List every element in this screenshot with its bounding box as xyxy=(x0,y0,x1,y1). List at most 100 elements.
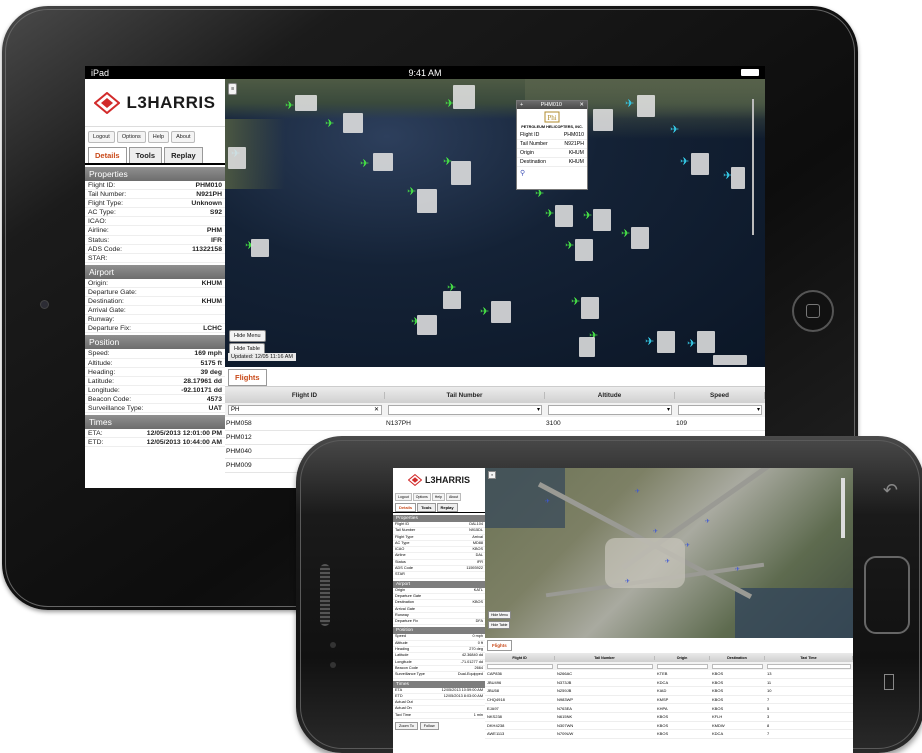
about-button[interactable]: About xyxy=(171,131,196,143)
destination-filter-select[interactable] xyxy=(712,663,763,669)
layers-icon[interactable]: ≡ xyxy=(488,471,497,479)
table-row[interactable]: CAP836 N266AC KTEB KBOS 13 xyxy=(485,670,853,679)
aircraft-icon[interactable]: ✈ xyxy=(635,488,640,495)
section-position[interactable]: Position xyxy=(85,335,225,350)
table-row[interactable]: NKS238 N615NK KBOS KFLH 3 xyxy=(485,713,853,722)
column-header-origin[interactable]: Origin xyxy=(655,655,710,660)
about-button[interactable]: About xyxy=(445,493,462,501)
options-button[interactable]: Options xyxy=(116,131,146,143)
section-properties[interactable]: Properties xyxy=(85,167,225,181)
aircraft-icon[interactable]: ✈ xyxy=(621,229,630,240)
table-row[interactable]: EJA97 N763EA KHPA KBOS 5 xyxy=(485,704,853,713)
aircraft-icon[interactable]: ✈ xyxy=(285,101,294,112)
phone-airport-map[interactable]: ✈ ✈ ✈ ✈ ✈ ✈ ✈ ✈ ≡ Hide Menu Hide Table xyxy=(485,468,853,638)
section-position[interactable]: Position xyxy=(393,627,485,635)
help-button[interactable]: Help xyxy=(147,131,170,143)
tab-details[interactable]: Details xyxy=(88,147,127,163)
zoom-slider[interactable] xyxy=(749,91,757,241)
layers-icon[interactable]: ≡ xyxy=(228,83,238,95)
tab-tools[interactable]: Tools xyxy=(417,503,436,512)
aircraft-icon[interactable]: ✈ xyxy=(407,187,416,198)
table-row[interactable]: PHM058 N137PH 3100 109 xyxy=(225,417,765,431)
aircraft-icon[interactable]: ✈ xyxy=(670,125,679,136)
tab-details[interactable]: Details xyxy=(395,503,417,512)
phone-home-button[interactable] xyxy=(864,556,910,634)
aircraft-icon[interactable]: ✈ xyxy=(685,542,690,549)
tab-replay[interactable]: Replay xyxy=(164,147,203,163)
flight-map[interactable]: ✈ ✈ ✈ ✈ ✈ ✈ ✈ ✈ ✈ ✈ ✈ ✈ ✈ ✈ ✈ ✈ ✈ ✈ ✈ ✈ … xyxy=(225,79,765,367)
aircraft-icon[interactable]: ✈ xyxy=(705,518,710,525)
clear-icon[interactable]: ✕ xyxy=(374,406,379,414)
hide-menu-button[interactable]: Hide Menu xyxy=(488,611,511,619)
aircraft-icon[interactable]: ✈ xyxy=(687,339,696,350)
tab-flights[interactable]: Flights xyxy=(228,369,267,386)
column-header-destination[interactable]: Destination xyxy=(710,655,765,660)
cell: KBOS xyxy=(657,714,669,720)
help-button[interactable]: Help xyxy=(431,493,445,501)
aircraft-icon[interactable]: ✈ xyxy=(653,528,658,535)
table-row[interactable]: CHQ4918 N983WP KMSP KBOS 7 xyxy=(485,696,853,705)
table-row[interactable]: JBU496 N373JB KDCA KBOS 11 xyxy=(485,679,853,688)
section-times[interactable]: Times xyxy=(85,415,225,430)
ipad-home-button[interactable] xyxy=(792,290,834,332)
hide-menu-button[interactable]: Hide Menu xyxy=(229,330,266,342)
flight-id-filter-input[interactable] xyxy=(487,663,553,669)
aircraft-icon[interactable]: ✈ xyxy=(645,337,654,348)
column-header-flight-id[interactable]: Flight ID xyxy=(485,655,555,660)
taxi-time-filter-select[interactable] xyxy=(767,663,851,669)
aircraft-icon[interactable]: ✈ xyxy=(545,209,554,220)
aircraft-icon[interactable]: ✈ xyxy=(625,578,630,585)
table-row[interactable]: AWE1113 N709UW KBOS KDCA 7 xyxy=(485,730,853,739)
tail-number-filter-select[interactable] xyxy=(557,663,653,669)
aircraft-icon[interactable]: ✈ xyxy=(625,99,634,110)
flight-id-filter-input[interactable]: PH ✕ xyxy=(228,405,382,415)
recent-apps-icon[interactable] xyxy=(884,674,894,690)
position-value: 5175 ft xyxy=(200,359,222,367)
section-airport[interactable]: Airport xyxy=(393,580,485,588)
follow-button[interactable]: Follow xyxy=(419,722,439,731)
altitude-filter-select[interactable]: ▾ xyxy=(548,405,672,415)
aircraft-icon[interactable]: ✈ xyxy=(571,297,580,308)
aircraft-icon[interactable]: ✈ xyxy=(680,157,689,168)
tail-number-filter-select[interactable]: ▾ xyxy=(388,405,542,415)
column-header-altitude[interactable]: Altitude xyxy=(545,391,675,399)
aircraft-icon[interactable]: ✈ xyxy=(325,119,334,130)
logout-button[interactable]: Logout xyxy=(88,131,115,143)
zoom-slider[interactable] xyxy=(841,478,845,538)
cell: JBU496 xyxy=(487,679,502,685)
back-icon[interactable]: ↶ xyxy=(883,480,898,501)
filter-icon[interactable]: ⚲ xyxy=(517,167,587,179)
section-airport[interactable]: Airport xyxy=(85,264,225,279)
column-header-tail-number[interactable]: Tail Number xyxy=(385,391,545,399)
aircraft-icon[interactable]: ✈ xyxy=(735,566,740,573)
property-value: MD88 xyxy=(472,540,483,545)
add-icon[interactable]: + xyxy=(520,102,523,108)
aircraft-icon[interactable]: ✈ xyxy=(565,241,574,252)
aircraft-icon[interactable]: ✈ xyxy=(480,307,489,318)
close-icon[interactable]: ✕ xyxy=(579,102,584,108)
logout-button[interactable]: Logout xyxy=(395,493,412,501)
aircraft-icon[interactable]: ✈ xyxy=(545,498,550,505)
aircraft-icon[interactable]: ✈ xyxy=(583,211,592,222)
aircraft-data-tag xyxy=(417,189,437,213)
aircraft-data-tag xyxy=(631,227,649,249)
hide-table-button[interactable]: Hide Table xyxy=(488,621,511,629)
column-header-taxi-time[interactable]: Taxi Time xyxy=(765,655,853,660)
table-row[interactable]: JBU58 N259JB KIAD KBOS 10 xyxy=(485,687,853,696)
options-button[interactable]: Options xyxy=(412,493,431,501)
tab-replay[interactable]: Replay xyxy=(436,503,458,512)
column-header-tail-number[interactable]: Tail Number xyxy=(555,655,655,660)
aircraft-icon[interactable]: ✈ xyxy=(535,189,544,200)
zoom-to-button[interactable]: Zoom To xyxy=(395,722,418,731)
tab-flights[interactable]: Flights xyxy=(487,640,512,651)
column-header-flight-id[interactable]: Flight ID xyxy=(225,391,385,399)
section-times[interactable]: Times xyxy=(393,680,485,688)
column-header-speed[interactable]: Speed xyxy=(675,391,765,399)
aircraft-icon[interactable]: ✈ xyxy=(360,159,369,170)
speed-filter-select[interactable]: ▾ xyxy=(678,405,762,415)
table-row[interactable]: DKH4238 N307WN KBOS KMDW 8 xyxy=(485,722,853,731)
tab-tools[interactable]: Tools xyxy=(128,147,163,163)
aircraft-icon[interactable]: ✈ xyxy=(665,558,670,565)
section-properties[interactable]: Properties xyxy=(393,515,485,522)
origin-filter-select[interactable] xyxy=(657,663,708,669)
